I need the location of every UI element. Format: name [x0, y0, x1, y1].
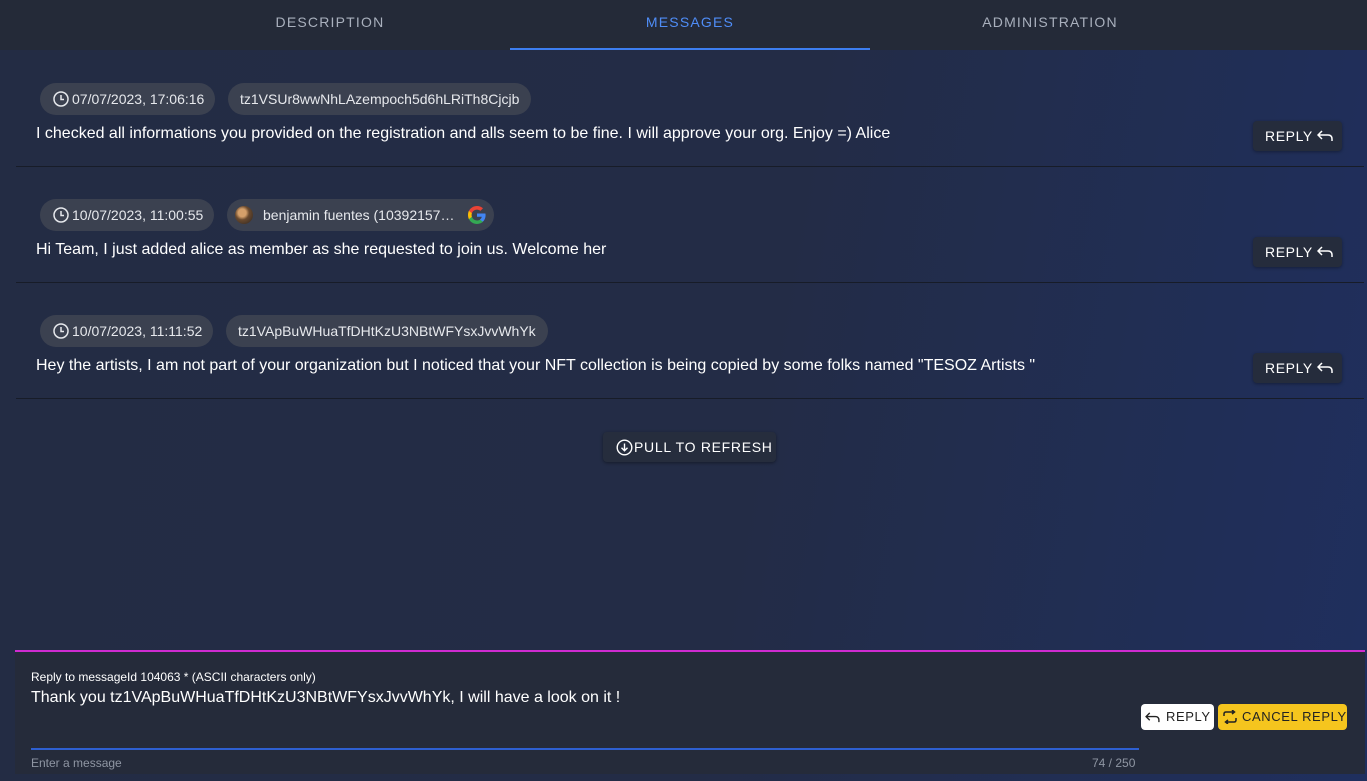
message-item: 10/07/2023, 11:00:55 benjamin fuentes (1…: [16, 166, 1364, 283]
cancel-reply-label: CANCEL REPLY: [1242, 709, 1347, 724]
clock-icon: [53, 91, 69, 107]
message-date-chip: 10/07/2023, 11:11:52: [40, 315, 214, 347]
input-underline: [31, 748, 1139, 750]
message-author-chip: tz1VSUr8wwNhLAzempoch5d6hLRiTh8Cjcjb: [228, 83, 532, 115]
tab-administration[interactable]: ADMINISTRATION: [870, 0, 1230, 48]
avatar: [235, 206, 253, 224]
character-counter: 74 / 250: [1092, 756, 1136, 770]
reply-button-label: REPLY: [1265, 244, 1313, 260]
composer-label: Reply to messageId 104063 * (ASCII chara…: [31, 670, 316, 684]
reply-arrow-icon: [1145, 712, 1160, 723]
message-author: benjamin fuentes (10392157…: [263, 207, 455, 223]
message-date: 10/07/2023, 11:00:55: [72, 207, 204, 223]
reply-button-label: REPLY: [1265, 128, 1313, 144]
reply-button[interactable]: REPLY: [1253, 353, 1342, 383]
message-author: tz1VSUr8wwNhLAzempoch5d6hLRiTh8Cjcjb: [240, 91, 520, 107]
message-text: I checked all informations you provided …: [36, 125, 891, 142]
tab-messages[interactable]: MESSAGES: [510, 0, 870, 50]
message-date-chip: 07/07/2023, 17:06:16: [40, 83, 216, 115]
send-reply-label: REPLY: [1166, 709, 1211, 724]
message-date: 07/07/2023, 17:06:16: [72, 91, 205, 107]
google-icon: [468, 206, 487, 224]
reply-button-label: REPLY: [1265, 360, 1313, 376]
reply-arrow-icon: [1317, 246, 1333, 257]
message-date: 10/07/2023, 11:11:52: [72, 323, 203, 339]
send-reply-button[interactable]: REPLY: [1141, 704, 1214, 730]
message-date-chip: 10/07/2023, 11:00:55: [40, 199, 215, 231]
message-author: tz1VApBuWHuaTfDHtKzU3NBtWFYsxJvvWhYk: [238, 323, 536, 339]
clock-icon: [53, 207, 69, 223]
reply-button[interactable]: REPLY: [1253, 121, 1342, 151]
reply-button[interactable]: REPLY: [1253, 237, 1342, 267]
clock-icon: [53, 323, 69, 339]
cancel-reply-button[interactable]: CANCEL REPLY: [1218, 704, 1347, 730]
pull-to-refresh-label: PULL TO REFRESH: [634, 439, 773, 455]
message-author-chip: benjamin fuentes (10392157…: [227, 199, 495, 231]
message-item: 10/07/2023, 11:11:52 tz1VApBuWHuaTfDHtKz…: [16, 282, 1364, 399]
pull-to-refresh-button[interactable]: PULL TO REFRESH: [603, 432, 776, 462]
reply-arrow-icon: [1317, 362, 1333, 373]
tab-bar: DESCRIPTION MESSAGES ADMINISTRATION: [0, 0, 1367, 50]
reply-composer: Reply to messageId 104063 * (ASCII chara…: [15, 650, 1365, 774]
download-circle-icon: [616, 439, 633, 456]
loop-icon: [1223, 710, 1237, 724]
message-item: 07/07/2023, 17:06:16 tz1VSUr8wwNhLAzempo…: [16, 50, 1364, 167]
message-author-chip: tz1VApBuWHuaTfDHtKzU3NBtWFYsxJvvWhYk: [226, 315, 548, 347]
message-text: Hey the artists, I am not part of your o…: [36, 357, 1036, 374]
reply-arrow-icon: [1317, 130, 1333, 141]
message-text: Hi Team, I just added alice as member as…: [36, 241, 607, 258]
tab-description[interactable]: DESCRIPTION: [150, 0, 510, 48]
message-input[interactable]: Thank you tz1VApBuWHuaTfDHtKzU3NBtWFYsxJ…: [31, 689, 620, 707]
message-helper-text: Enter a message: [31, 756, 122, 770]
